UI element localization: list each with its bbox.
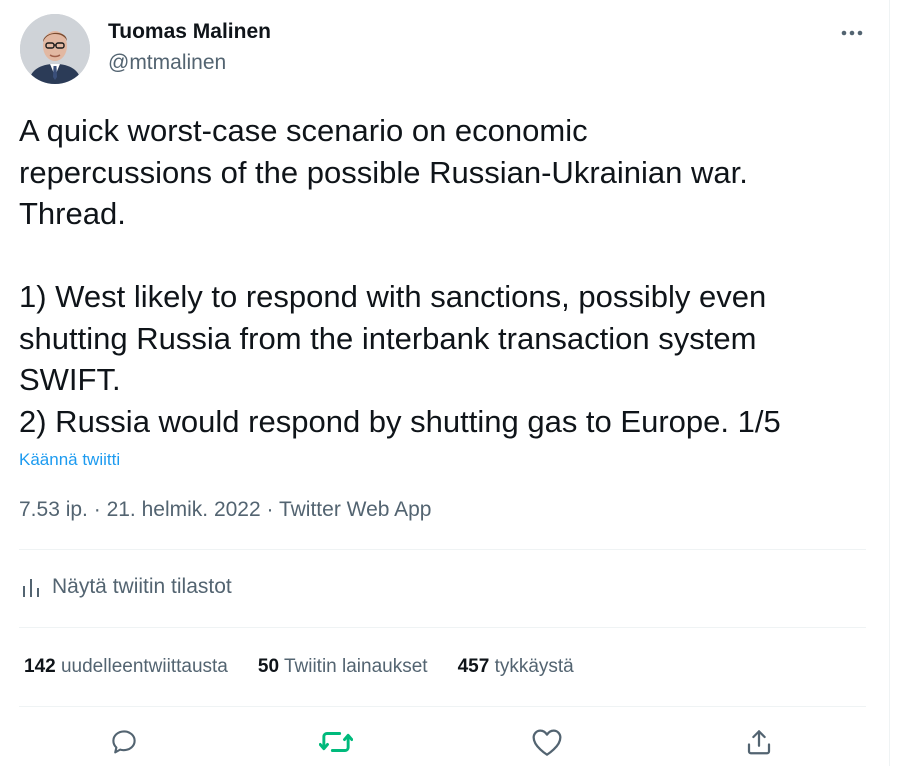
tweet-blank-line	[19, 235, 879, 277]
likes-label: tykkäystä	[494, 656, 574, 677]
divider	[19, 549, 866, 550]
more-options-button[interactable]	[832, 18, 872, 48]
share-button[interactable]	[739, 722, 779, 762]
divider	[19, 706, 866, 707]
tweet-line: repercussions of the possible Russian-Uk…	[19, 154, 748, 190]
retweets-count: 142	[24, 656, 56, 677]
retweets-stat[interactable]: 142 uudelleentwiittausta	[24, 656, 228, 678]
reply-icon	[112, 730, 136, 754]
reply-button[interactable]	[104, 722, 144, 762]
quotes-stat[interactable]: 50 Twiitin lainaukset	[258, 656, 428, 678]
author-handle[interactable]: @mtmalinen	[108, 51, 226, 75]
tweet-stats: 142 uudelleentwiittausta 50 Twiitin laina…	[24, 656, 574, 678]
column-border	[889, 0, 890, 766]
quotes-count: 50	[257, 656, 280, 677]
analytics-icon	[23, 579, 39, 597]
tweet-actions	[0, 722, 889, 762]
avatar-photo	[20, 14, 90, 84]
tweet-line: A quick worst-case scenario on economic	[19, 113, 588, 148]
tweet-meta: 7.53 ip. · 21. helmik. 2022 · Twitter We…	[19, 498, 432, 522]
tweet-source[interactable]: Twitter Web App	[279, 498, 432, 521]
author-name[interactable]: Tuomas Malinen	[108, 20, 271, 44]
share-icon	[747, 730, 771, 755]
avatar[interactable]	[20, 14, 90, 84]
tweet-line: SWIFT.	[19, 362, 121, 397]
view-analytics-button[interactable]: Näytä twiitin tilastot	[22, 575, 232, 599]
retweet-icon	[319, 732, 353, 752]
like-button[interactable]	[527, 722, 567, 762]
retweet-button[interactable]	[316, 722, 356, 762]
divider	[19, 627, 866, 628]
tweet-line: 1) West likely to respond with sanctions…	[19, 279, 767, 314]
more-dots-icon	[841, 30, 863, 36]
like-icon	[532, 729, 562, 756]
retweets-label: uudelleentwiittausta	[60, 656, 228, 677]
tweet-text: A quick worst-case scenario on economic …	[19, 110, 879, 442]
tweet-detail: Tuomas Malinen @mtmalinen A quick worst-…	[0, 0, 889, 766]
quotes-label: Twiitin lainaukset	[283, 656, 428, 677]
likes-stat[interactable]: 457 tykkäystä	[458, 656, 574, 678]
tweet-date[interactable]: 21. helmik. 2022	[107, 498, 261, 521]
likes-count: 457	[457, 656, 490, 677]
tweet-line: 2) Russia would respond by shutting gas …	[19, 403, 781, 439]
translate-tweet-link[interactable]: Käännä twiitti	[19, 450, 120, 470]
tweet-time[interactable]: 7.53 ip.	[19, 498, 88, 521]
analytics-label: Näytä twiitin tilastot	[52, 575, 232, 598]
tweet-line: Thread.	[19, 196, 126, 231]
meta-separator: ·	[260, 498, 279, 521]
meta-separator: ·	[87, 498, 107, 521]
tweet-line: shutting Russia from the interbank trans…	[19, 320, 757, 356]
